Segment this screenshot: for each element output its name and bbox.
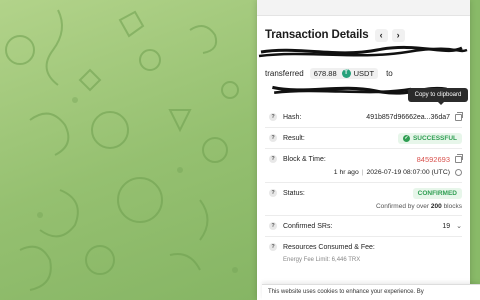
- transferred-label: transferred: [265, 68, 304, 78]
- confirmation-note: Confirmed by over 200 blocks: [265, 203, 462, 215]
- block-row: ? Block & Time: 84592693 1 hr ago | 2026…: [265, 149, 463, 183]
- energy-fee-limit: Energy Fee Limit: 6,446 TRX: [283, 257, 361, 263]
- block-time: 1 hr ago | 2026-07-19 08:07:00 (UTC): [265, 169, 462, 182]
- wallpaper-doodles: [5, 9, 239, 291]
- help-icon[interactable]: ?: [269, 134, 277, 142]
- token-symbol[interactable]: USDT: [354, 69, 374, 78]
- block-datetime: 2026-07-19 08:07:00 (UTC): [366, 169, 451, 176]
- chevron-down-icon[interactable]: ⌄: [456, 222, 462, 230]
- result-value: SUCCESSFUL: [412, 134, 457, 142]
- panel-top-bar: [257, 0, 470, 16]
- transfer-amount: 678.88: [313, 68, 337, 78]
- transaction-panel: Transaction Details ‹ › transferred 678.…: [257, 0, 470, 300]
- time-separator: |: [361, 169, 364, 176]
- copy-tooltip: Copy to clipboard: [408, 88, 468, 105]
- transfer-summary: transferred 678.88 T USDT to: [265, 66, 393, 80]
- cookie-banner: This website uses cookies to enhance you…: [262, 284, 480, 300]
- clock-icon[interactable]: [455, 169, 462, 176]
- help-icon[interactable]: ?: [269, 113, 277, 121]
- hash-value: 491b857d96662ea...36da7: [366, 113, 450, 121]
- hash-row: ? Hash: 491b857d96662ea...36da7: [265, 107, 463, 128]
- chevron-right-icon[interactable]: ›: [391, 28, 405, 42]
- result-label: Result:: [283, 134, 305, 142]
- help-icon[interactable]: ?: [269, 189, 277, 197]
- srs-value: 19: [442, 222, 451, 230]
- status-row: ? Status: CONFIRMED Confirmed by over 20…: [265, 183, 462, 216]
- details-list: ? Hash: 491b857d96662ea...36da7 ? Result…: [265, 107, 463, 269]
- confirm-suffix: blocks: [443, 203, 462, 210]
- amount-chip: 678.88 T USDT: [309, 67, 379, 79]
- help-icon[interactable]: ?: [269, 243, 277, 251]
- check-icon: ✓: [402, 134, 410, 142]
- status-label: Status:: [283, 189, 305, 197]
- page-title: Transaction Details: [265, 29, 369, 41]
- confirm-prefix: Confirmed by over: [375, 203, 430, 210]
- panel-header: Transaction Details ‹ ›: [265, 26, 465, 44]
- block-label: Block & Time:: [283, 155, 326, 163]
- copy-icon[interactable]: [455, 111, 463, 121]
- block-number-link[interactable]: 84592693: [417, 155, 450, 164]
- usdt-token-icon: T: [341, 68, 351, 78]
- to-label: to: [386, 68, 393, 78]
- time-ago: 1 hr ago: [333, 169, 359, 176]
- background-edge: [470, 0, 480, 300]
- chevron-left-icon[interactable]: ‹: [374, 28, 388, 42]
- hash-label: Hash:: [283, 113, 302, 121]
- confirmed-badge: CONFIRMED: [412, 187, 462, 199]
- help-icon[interactable]: ?: [269, 155, 277, 163]
- redaction-scribble-1: [258, 45, 468, 58]
- status-badge: ✓ SUCCESSFUL: [397, 132, 462, 144]
- copy-icon[interactable]: [455, 153, 463, 163]
- help-icon[interactable]: ?: [269, 222, 277, 230]
- confirm-count: 200: [430, 203, 442, 210]
- resources-label: Resources Consumed & Fee:: [283, 243, 375, 251]
- srs-label: Confirmed SRs:: [283, 222, 333, 230]
- result-row: ? Result: ✓ SUCCESSFUL: [265, 128, 462, 149]
- srs-row[interactable]: ? Confirmed SRs: 19 ⌄: [265, 216, 462, 237]
- resources-row: ? Resources Consumed & Fee: Energy Fee L…: [265, 237, 462, 269]
